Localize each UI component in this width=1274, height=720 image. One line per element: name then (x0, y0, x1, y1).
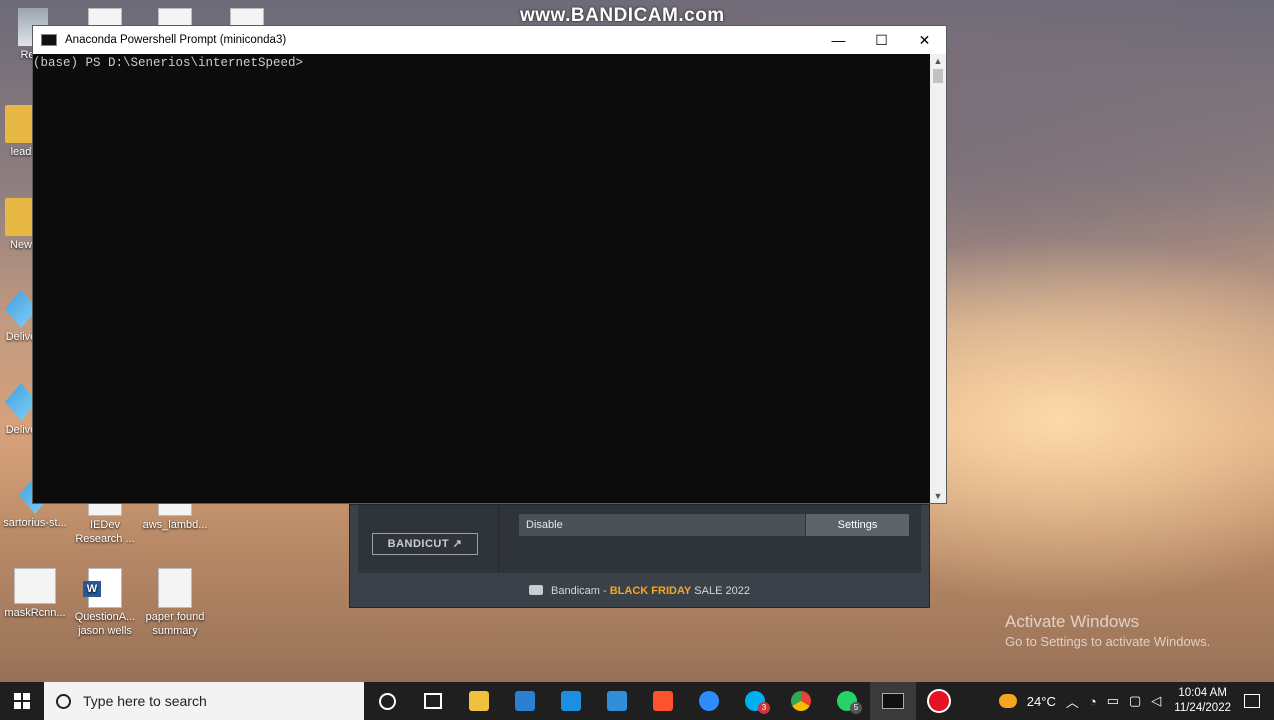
disable-button[interactable]: Disable (519, 514, 805, 536)
desktop-icon-paper-summary[interactable]: paper found summary (142, 568, 208, 638)
search-icon (56, 693, 71, 709)
volume-icon[interactable]: ◁ (1151, 693, 1161, 709)
chrome-icon[interactable] (778, 682, 824, 720)
battery-icon[interactable]: ▭ (1107, 693, 1119, 709)
image-file-icon (14, 568, 56, 604)
promo-prefix: Bandicam - (551, 585, 610, 597)
bandicut-button[interactable]: BANDICUT ↗ (372, 533, 478, 555)
powershell-window[interactable]: Anaconda Powershell Prompt (miniconda3) … (32, 25, 947, 504)
task-view-icon[interactable] (410, 682, 456, 720)
display-icon[interactable]: ▢ (1129, 693, 1141, 709)
window-titlebar[interactable]: Anaconda Powershell Prompt (miniconda3) … (33, 26, 946, 54)
bandicam-panel: BANDICUT ↗ Disable Settings Bandicam - B… (349, 504, 930, 608)
divider (498, 505, 499, 573)
maximize-button[interactable]: ☐ (860, 26, 903, 54)
windows-logo-icon (14, 693, 30, 709)
document-icon (158, 568, 192, 608)
cortana-icon[interactable] (364, 682, 410, 720)
settings-button[interactable]: Settings (806, 514, 909, 536)
skype-icon[interactable]: 3 (732, 682, 778, 720)
clock-date: 11/24/2022 (1174, 702, 1231, 714)
desktop-icon-label: IEDev Research ... (75, 519, 135, 545)
weather-icon[interactable] (998, 694, 1017, 708)
terminal-icon[interactable] (870, 682, 916, 720)
system-tray: 24°C ︿ ◔ ▭ ▢ ◁ 10:04 AM 11/24/2022 (994, 686, 1274, 716)
command-prompt: (base) PS D:\Senerios\internetSpeed> (33, 56, 304, 70)
taskbar: Type here to search 3 5 24°C ︿ ◔ ▭ ▢ ◁ 1… (0, 682, 1274, 720)
console-output[interactable]: (base) PS D:\Senerios\internetSpeed> (33, 54, 931, 503)
whatsapp-icon[interactable]: 5 (824, 682, 870, 720)
search-placeholder: Type here to search (83, 693, 207, 709)
brave-icon[interactable] (640, 682, 686, 720)
window-title: Anaconda Powershell Prompt (miniconda3) (65, 34, 287, 46)
activate-title: Activate Windows (1005, 612, 1140, 631)
scroll-up-icon[interactable]: ▲ (930, 56, 946, 66)
desktop-icon-label: aws_lambd... (142, 519, 208, 531)
bandicam-record-icon[interactable] (916, 682, 962, 720)
desktop-icon-label: QuestionA... jason wells (74, 611, 136, 637)
desktop-icon-label: paper found summary (145, 611, 205, 637)
file-explorer-icon[interactable] (456, 682, 502, 720)
desktop-icon-maskrcnn[interactable]: maskRcnn... (2, 568, 68, 620)
desktop-icon-questiona[interactable]: QuestionA... jason wells (72, 568, 138, 638)
activate-windows-notice: Activate Windows Go to Settings to activ… (1005, 612, 1210, 649)
promo-banner[interactable]: Bandicam - BLACK FRIDAY SALE 2022 (350, 585, 929, 597)
bandicam-watermark: www.BANDICAM.com (520, 5, 725, 26)
notification-badge: 5 (850, 702, 862, 714)
console-app-icon (41, 34, 57, 46)
zoom-icon[interactable] (686, 682, 732, 720)
vscode-icon[interactable] (594, 682, 640, 720)
scroll-down-icon[interactable]: ▼ (930, 491, 946, 501)
weather-temperature[interactable]: 24°C (1027, 694, 1056, 709)
desktop-icon-label: sartorius-st... (3, 517, 67, 529)
clock-time: 10:04 AM (1178, 687, 1227, 699)
promo-highlight: BLACK FRIDAY (609, 585, 692, 597)
word-document-icon (83, 568, 122, 608)
activate-subtitle: Go to Settings to activate Windows. (1005, 634, 1211, 649)
start-button[interactable] (0, 682, 44, 720)
desktop-icon-label: maskRcnn... (4, 607, 66, 619)
promo-suffix: SALE 2022 (691, 585, 750, 597)
search-box[interactable]: Type here to search (44, 682, 364, 720)
notifications-icon[interactable] (1244, 694, 1260, 708)
bandicam-inner: BANDICUT ↗ Disable Settings (358, 505, 921, 573)
chat-icon (529, 585, 544, 595)
show-hidden-icons-icon[interactable]: ︿ (1066, 692, 1079, 711)
minimize-button[interactable]: — (817, 26, 860, 54)
scrollbar-thumb[interactable] (933, 69, 943, 83)
clock[interactable]: 10:04 AM 11/24/2022 (1174, 686, 1231, 716)
close-button[interactable]: ✕ (903, 26, 946, 54)
notification-badge: 3 (758, 702, 770, 714)
network-icon[interactable]: ◔ (1089, 694, 1097, 709)
mail-icon[interactable] (548, 682, 594, 720)
microsoft-store-icon[interactable] (502, 682, 548, 720)
vertical-scrollbar[interactable]: ▲ ▼ (930, 54, 946, 503)
